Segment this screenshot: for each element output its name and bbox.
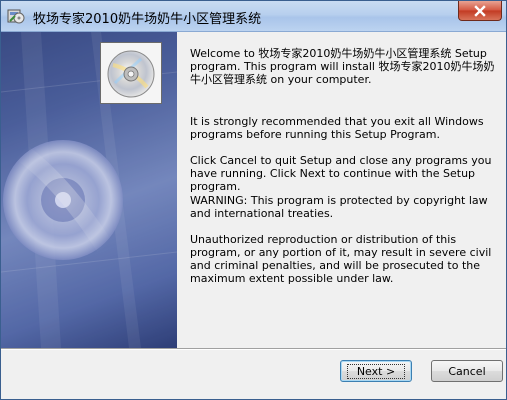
setup-banner-image bbox=[1, 32, 177, 348]
unauthorized-text: Unauthorized reproduction or distributio… bbox=[190, 233, 492, 285]
cancel-button[interactable]: Cancel bbox=[431, 360, 503, 382]
installer-icon bbox=[7, 9, 25, 24]
next-button-label: Next > bbox=[346, 363, 406, 379]
close-button[interactable] bbox=[458, 1, 502, 21]
footer-divider bbox=[1, 348, 506, 350]
cd-icon-box bbox=[100, 42, 162, 104]
warning-text: WARNING: This program is protected by co… bbox=[190, 194, 488, 220]
cancel-button-label: Cancel bbox=[448, 364, 486, 378]
next-button[interactable]: Next > bbox=[340, 360, 412, 382]
title-bar[interactable]: 牧场专家2010奶牛场奶牛小区管理系统 bbox=[1, 1, 506, 32]
window-title: 牧场专家2010奶牛场奶牛小区管理系统 bbox=[33, 12, 262, 27]
setup-window: 牧场专家2010奶牛场奶牛小区管理系统 Welcome to 牧场专家2010奶… bbox=[0, 0, 507, 400]
cancel-info-text: Click Cancel to quit Setup and close any… bbox=[190, 154, 492, 193]
cd-disc-icon bbox=[107, 50, 155, 98]
close-icon bbox=[474, 4, 486, 17]
welcome-text: Welcome to 牧场专家2010奶牛场奶牛小区管理系统 Setup pro… bbox=[190, 47, 495, 86]
recommend-text: It is strongly recommended that you exit… bbox=[190, 115, 484, 141]
